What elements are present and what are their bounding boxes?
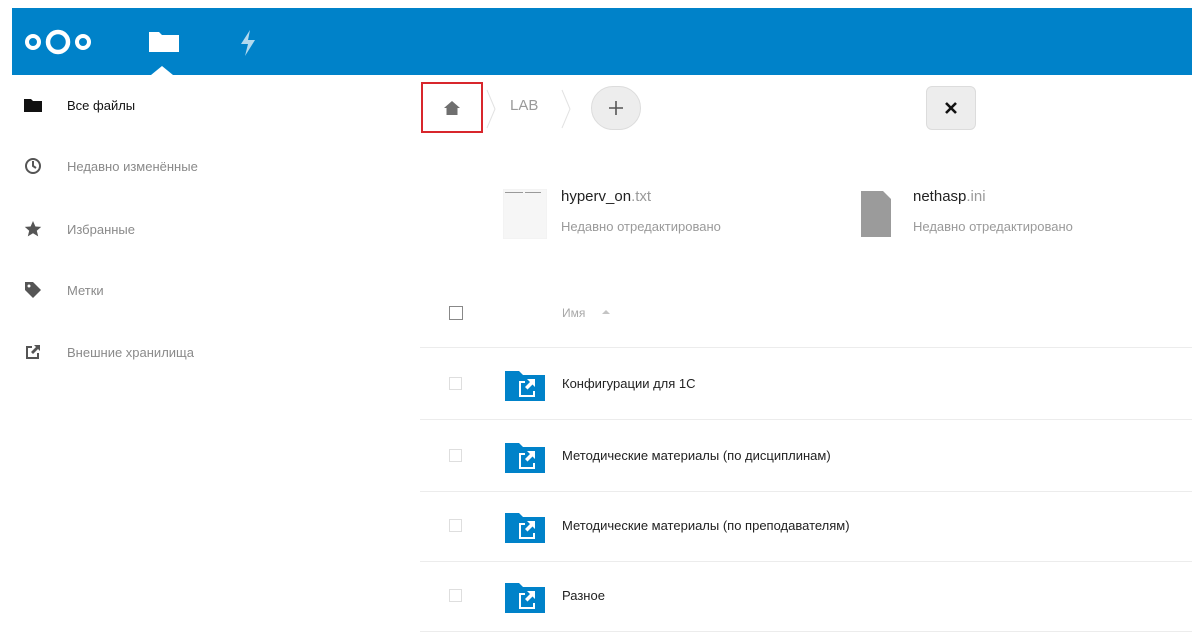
recent-file-nethasp[interactable]: nethasp.ini Недавно отредактировано (855, 185, 1155, 255)
clock-icon (25, 158, 41, 174)
table-row[interactable]: Методические материалы (по преподавателя… (420, 491, 1192, 562)
sidebar-item-label: Все файлы (67, 97, 136, 113)
new-button[interactable] (591, 86, 641, 130)
sidebar-item-label: Метки (67, 282, 104, 298)
sidebar: Все файлы Недавно изменённые Избранные М… (0, 75, 420, 639)
tag-icon (25, 282, 41, 298)
star-icon (24, 221, 42, 237)
nav-files[interactable] (149, 24, 179, 64)
sidebar-item-all-files[interactable]: Все файлы (0, 75, 420, 135)
nextcloud-logo[interactable] (24, 28, 92, 56)
nav-activity[interactable] (238, 28, 258, 58)
recent-file-name: hyperv_on.txt (561, 188, 652, 205)
file-list-area: LAB hyperv_on.txt Недавно отредактирован… (420, 75, 1192, 639)
recent-file-name: nethasp.ini (913, 188, 986, 205)
app-header (12, 8, 1192, 75)
text-file-thumbnail-icon (503, 189, 547, 239)
row-checkbox[interactable] (449, 449, 462, 462)
file-name[interactable]: Конфигурации для 1С (562, 376, 696, 391)
external-link-icon (26, 345, 40, 359)
sidebar-item-label: Недавно изменённые (67, 158, 198, 174)
close-icon (945, 102, 957, 114)
row-checkbox[interactable] (449, 519, 462, 532)
sidebar-item-favorites[interactable]: Избранные (0, 199, 420, 259)
breadcrumb-home[interactable] (421, 82, 483, 133)
sidebar-item-label: Внешние хранилища (67, 344, 194, 360)
table-row[interactable]: Разное (420, 561, 1192, 632)
row-checkbox[interactable] (449, 589, 462, 602)
file-icon (861, 191, 891, 237)
file-table-header: Имя (420, 288, 1192, 348)
row-checkbox[interactable] (449, 377, 462, 390)
external-folder-icon (505, 443, 545, 473)
recent-file-subtitle: Недавно отредактировано (561, 219, 721, 234)
lightning-icon (241, 30, 255, 56)
sidebar-item-label: Избранные (67, 221, 135, 237)
file-name[interactable]: Методические материалы (по преподавателя… (562, 518, 850, 533)
recent-file-subtitle: Недавно отредактировано (913, 219, 1073, 234)
breadcrumb-item-lab[interactable]: LAB (510, 97, 538, 114)
home-icon (444, 100, 460, 115)
file-name[interactable]: Методические материалы (по дисциплинам) (562, 448, 831, 463)
column-name-header[interactable]: Имя (562, 306, 585, 320)
external-folder-icon (505, 371, 545, 401)
table-row[interactable]: Методические материалы (по дисциплинам) (420, 421, 1192, 492)
active-nav-indicator (151, 66, 173, 75)
external-folder-icon (505, 583, 545, 613)
table-row[interactable]: Конфигурации для 1С (420, 349, 1192, 420)
breadcrumb-separator (561, 89, 571, 129)
sidebar-item-tags[interactable]: Метки (0, 260, 420, 320)
breadcrumb-separator (486, 89, 496, 129)
sort-ascending-icon (602, 310, 610, 314)
sidebar-item-recent[interactable]: Недавно изменённые (0, 136, 420, 196)
folder-icon (24, 99, 42, 112)
folder-icon (149, 32, 179, 52)
plus-icon (609, 101, 623, 115)
select-all-checkbox[interactable] (449, 306, 463, 320)
sidebar-item-external-storage[interactable]: Внешние хранилища (0, 322, 420, 382)
recent-file-hyperv[interactable]: hyperv_on.txt Недавно отредактировано (503, 185, 803, 255)
external-folder-icon (505, 513, 545, 543)
close-button[interactable] (926, 86, 976, 130)
file-name[interactable]: Разное (562, 588, 605, 603)
